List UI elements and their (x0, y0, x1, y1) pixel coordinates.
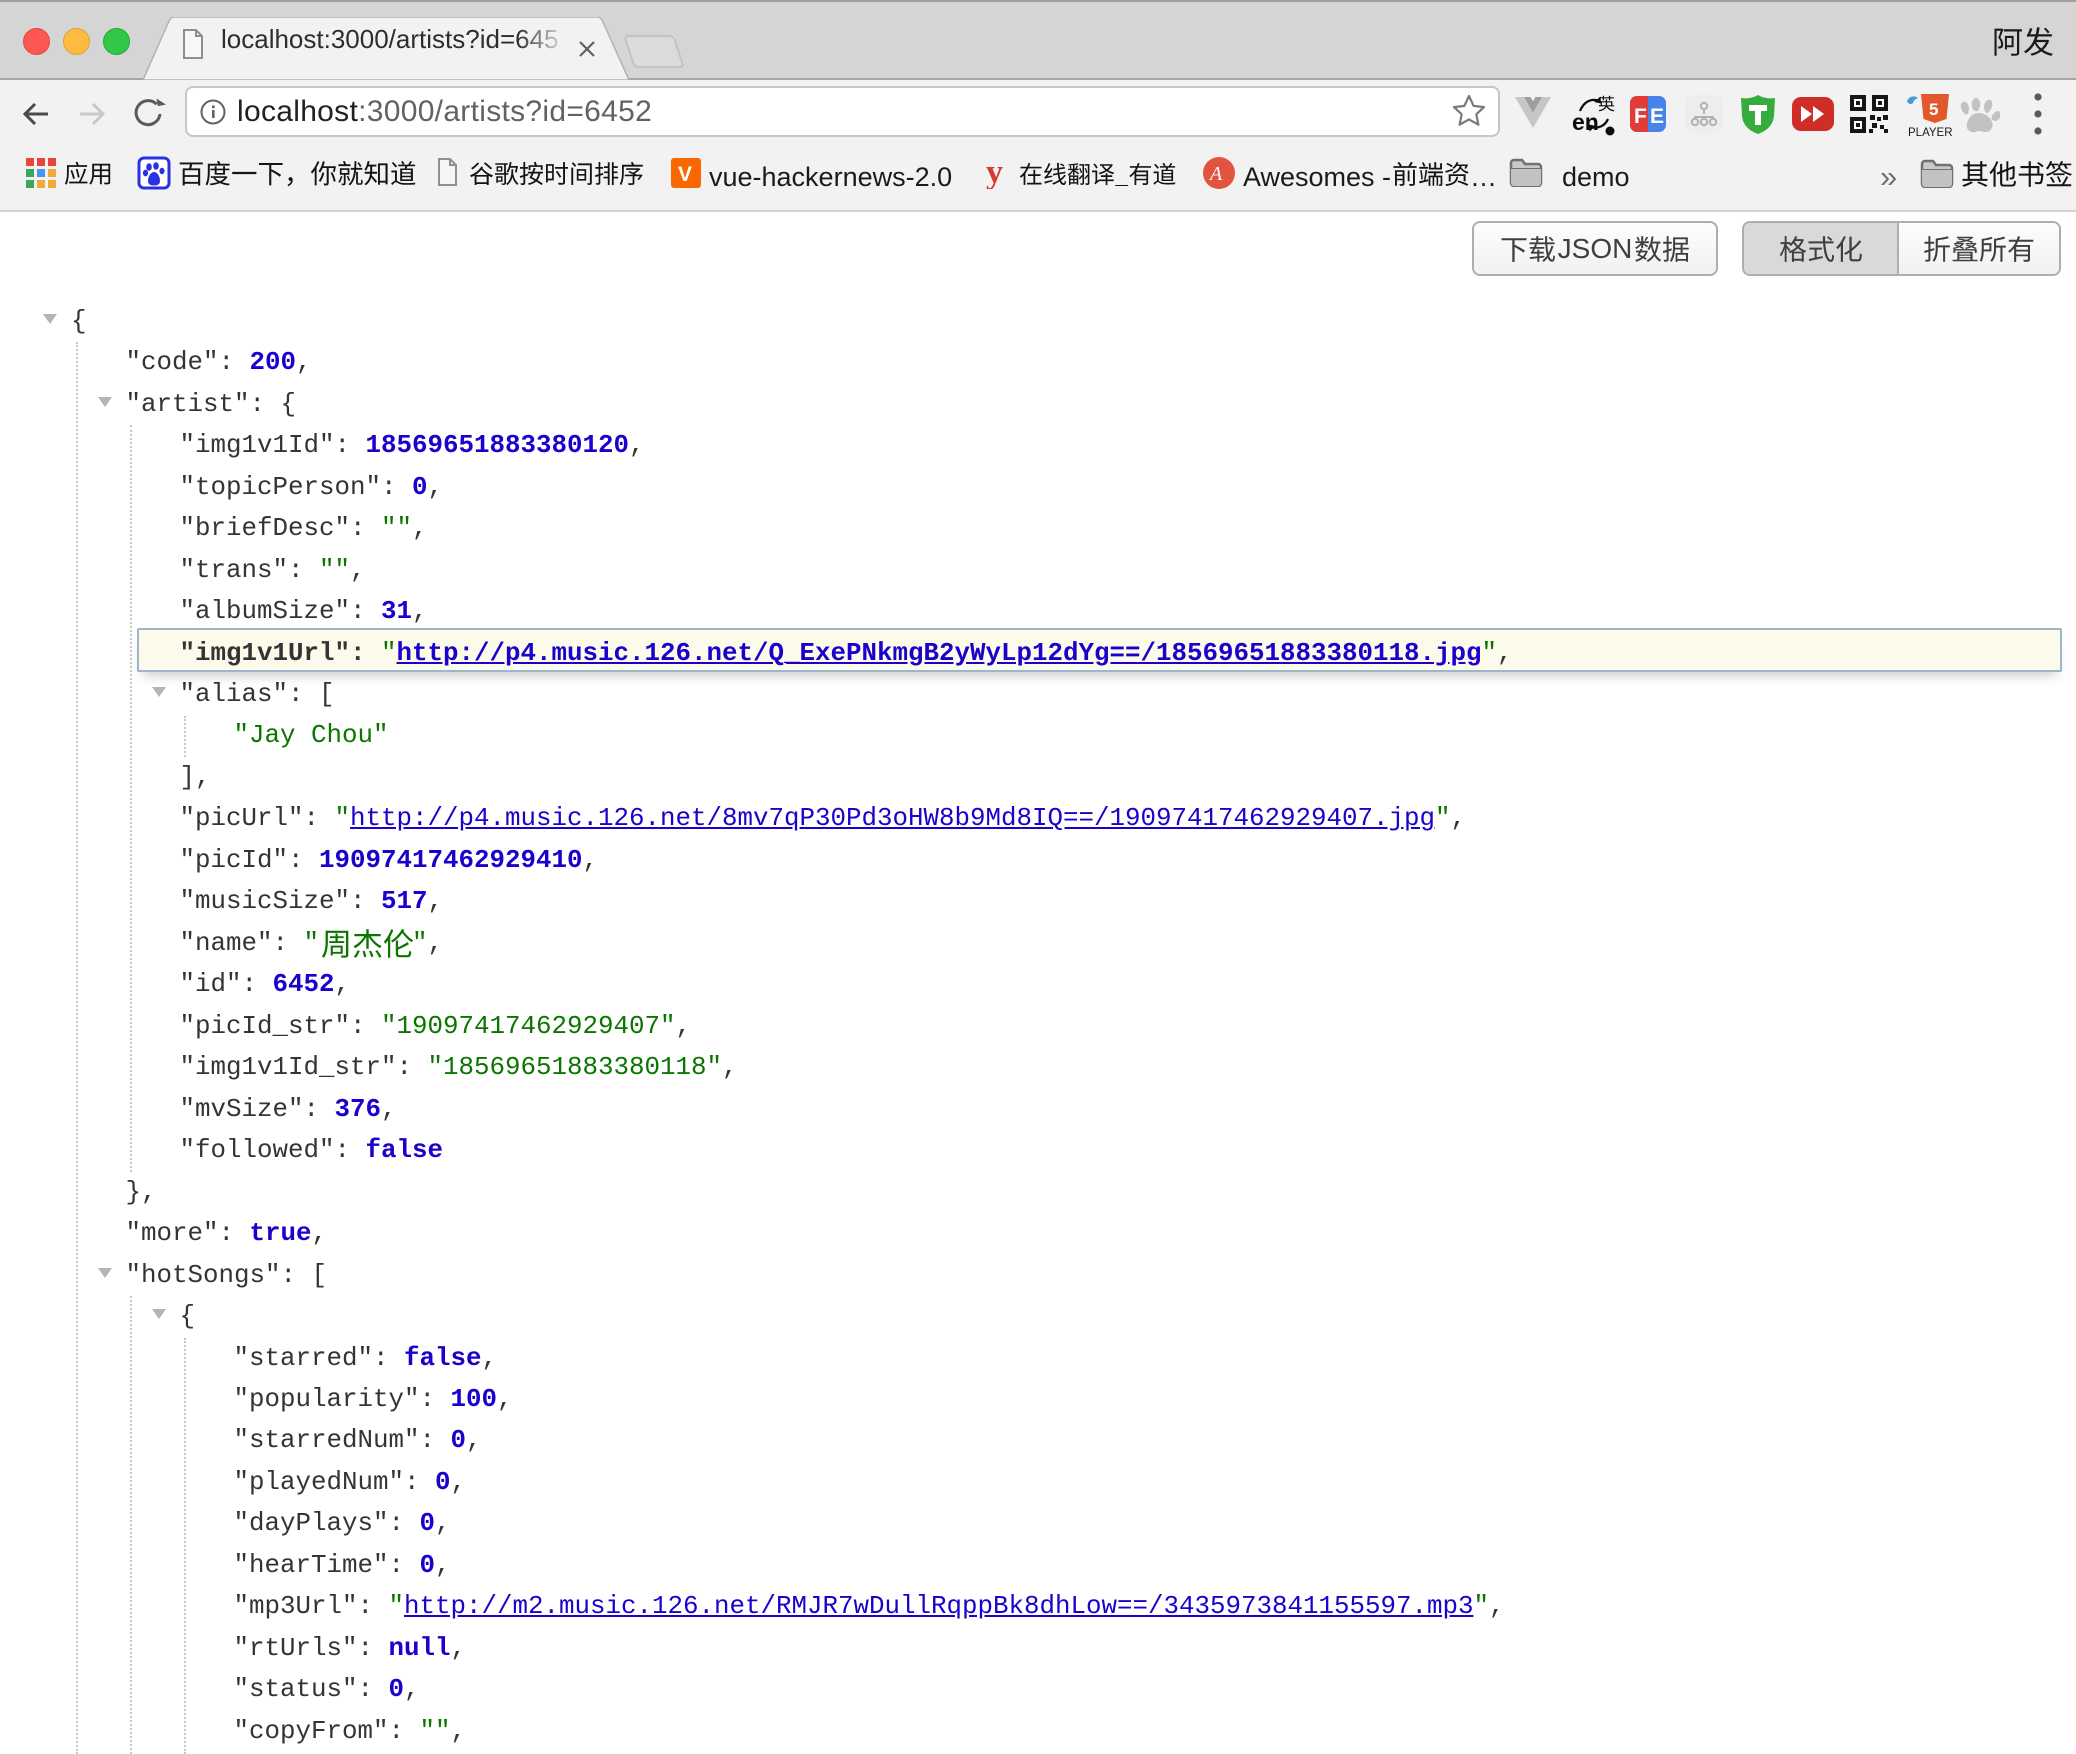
svg-text:E: E (1650, 105, 1664, 128)
svg-text:V: V (678, 163, 692, 186)
svg-text:F: F (1634, 105, 1647, 128)
svg-text:en: en (1572, 109, 1599, 135)
svg-text:A: A (1208, 163, 1223, 185)
svg-text:5: 5 (1929, 100, 1938, 119)
svg-text:PLAYER: PLAYER (1908, 127, 1952, 137)
svg-text:y: y (986, 155, 1003, 189)
